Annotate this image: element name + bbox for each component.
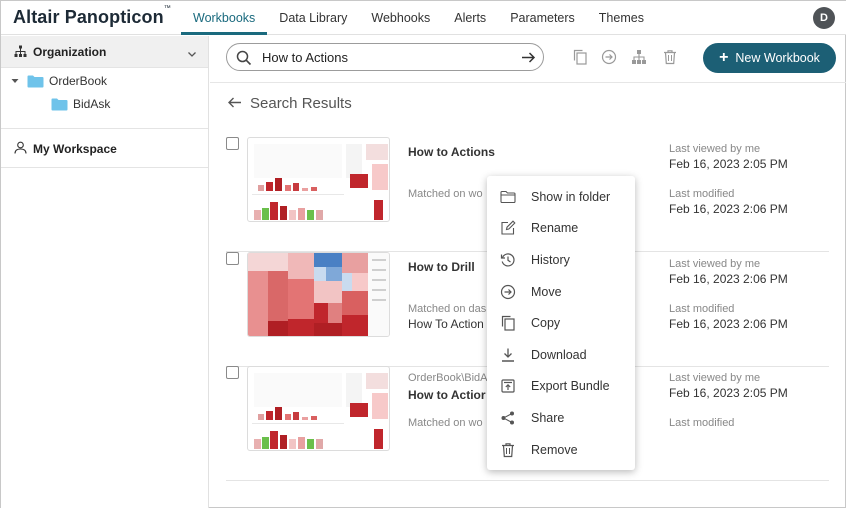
match-text: Matched on wo	[408, 417, 483, 429]
thumbnail-chart	[248, 253, 389, 336]
last-modified-label: Last modified	[669, 417, 735, 429]
match-detail: How To Action	[408, 317, 484, 331]
sidebar: Organization OrderBook BidAsk My Workspa…	[1, 36, 209, 508]
tree-item-orderbook[interactable]: OrderBook	[11, 71, 107, 91]
user-icon	[14, 141, 27, 159]
context-menu: Show in folder Rename History Move Copy	[487, 176, 635, 470]
workbook-name[interactable]: How to Actions	[408, 145, 495, 159]
last-modified-value: Feb 16, 2023 2:06 PM	[669, 202, 788, 216]
download-icon	[500, 347, 516, 363]
match-text: Matched on das	[408, 303, 487, 315]
export-bundle-icon	[500, 378, 516, 394]
plus-icon: +	[719, 49, 729, 66]
search-input[interactable]	[262, 49, 512, 66]
menu-item-remove[interactable]: Remove	[487, 434, 635, 466]
history-icon	[500, 252, 516, 268]
last-viewed-value: Feb 16, 2023 2:05 PM	[669, 386, 788, 400]
row-checkbox[interactable]	[226, 252, 239, 265]
last-viewed-value: Feb 16, 2023 2:05 PM	[669, 157, 788, 171]
folder-outline-icon	[500, 189, 516, 205]
move-icon[interactable]	[601, 49, 617, 65]
edit-icon	[500, 220, 516, 236]
organization-label: Organization	[33, 45, 107, 59]
app-window: Altair Panopticon™ Workbooks Data Librar…	[0, 0, 846, 508]
menu-item-download[interactable]: Download	[487, 339, 635, 371]
workbook-thumbnail[interactable]	[247, 252, 390, 337]
tab-workbooks[interactable]: Workbooks	[181, 1, 268, 35]
workbook-thumbnail[interactable]	[247, 137, 390, 222]
my-workspace[interactable]: My Workspace	[1, 128, 208, 168]
hierarchy-icon[interactable]	[631, 49, 647, 65]
user-avatar[interactable]: D	[813, 7, 835, 29]
folder-icon	[51, 98, 68, 111]
menu-item-history[interactable]: History	[487, 244, 635, 276]
top-bar: Altair Panopticon™ Workbooks Data Librar…	[1, 1, 846, 35]
trash-icon	[500, 442, 516, 458]
tree-item-bidask[interactable]: BidAsk	[51, 94, 110, 114]
last-modified-label: Last modified	[669, 188, 735, 200]
toolbar-divider	[210, 82, 846, 83]
menu-item-rename[interactable]: Rename	[487, 213, 635, 245]
folder-icon	[27, 75, 44, 88]
row-checkbox[interactable]	[226, 366, 239, 379]
trash-icon[interactable]	[662, 49, 678, 65]
tree-item-label: BidAsk	[73, 97, 111, 111]
search-box	[226, 43, 544, 71]
last-modified-label: Last modified	[669, 303, 735, 315]
last-viewed-value: Feb 16, 2023 2:06 PM	[669, 272, 788, 286]
search-icon	[236, 50, 252, 71]
page-title: Search Results	[250, 95, 352, 112]
row-checkbox[interactable]	[226, 137, 239, 150]
hierarchy-icon	[14, 45, 27, 63]
match-text: Matched on wo	[408, 188, 483, 200]
tab-themes[interactable]: Themes	[587, 1, 656, 35]
last-viewed-label: Last viewed by me	[669, 372, 761, 384]
menu-item-copy[interactable]: Copy	[487, 307, 635, 339]
brand-logo: Altair Panopticon™	[13, 5, 171, 27]
menu-item-share[interactable]: Share	[487, 402, 635, 434]
thumbnail-chart	[252, 373, 388, 449]
tab-data-library[interactable]: Data Library	[267, 1, 359, 35]
move-icon	[500, 284, 516, 300]
arrow-right-icon[interactable]	[521, 50, 536, 70]
new-workbook-button[interactable]: + New Workbook	[703, 43, 836, 73]
chevron-down-icon[interactable]	[187, 46, 197, 64]
organization-header[interactable]: Organization	[1, 36, 208, 68]
tab-alerts[interactable]: Alerts	[442, 1, 498, 35]
copy-icon[interactable]	[572, 49, 588, 65]
menu-item-export-bundle[interactable]: Export Bundle	[487, 371, 635, 403]
tree-item-label: OrderBook	[49, 74, 108, 88]
workbook-name[interactable]: How to Actior	[408, 388, 486, 402]
menu-item-move[interactable]: Move	[487, 276, 635, 308]
menu-item-show-in-folder[interactable]: Show in folder	[487, 181, 635, 213]
workspace-label: My Workspace	[33, 142, 117, 156]
last-viewed-label: Last viewed by me	[669, 258, 761, 270]
thumbnail-chart	[252, 144, 388, 220]
caret-down-icon[interactable]	[11, 77, 21, 85]
tab-parameters[interactable]: Parameters	[498, 1, 587, 35]
workbook-thumbnail[interactable]	[247, 366, 390, 451]
tab-webhooks[interactable]: Webhooks	[359, 1, 442, 35]
share-icon	[500, 410, 516, 426]
copy-icon	[500, 315, 516, 331]
last-modified-value: Feb 16, 2023 2:06 PM	[669, 317, 788, 331]
back-arrow-icon[interactable]	[227, 95, 242, 115]
main-nav: Workbooks Data Library Webhooks Alerts P…	[181, 1, 656, 35]
last-viewed-label: Last viewed by me	[669, 143, 761, 155]
workbook-name[interactable]: How to Drill	[408, 260, 475, 274]
folder-path: OrderBook\BidA	[408, 372, 488, 384]
